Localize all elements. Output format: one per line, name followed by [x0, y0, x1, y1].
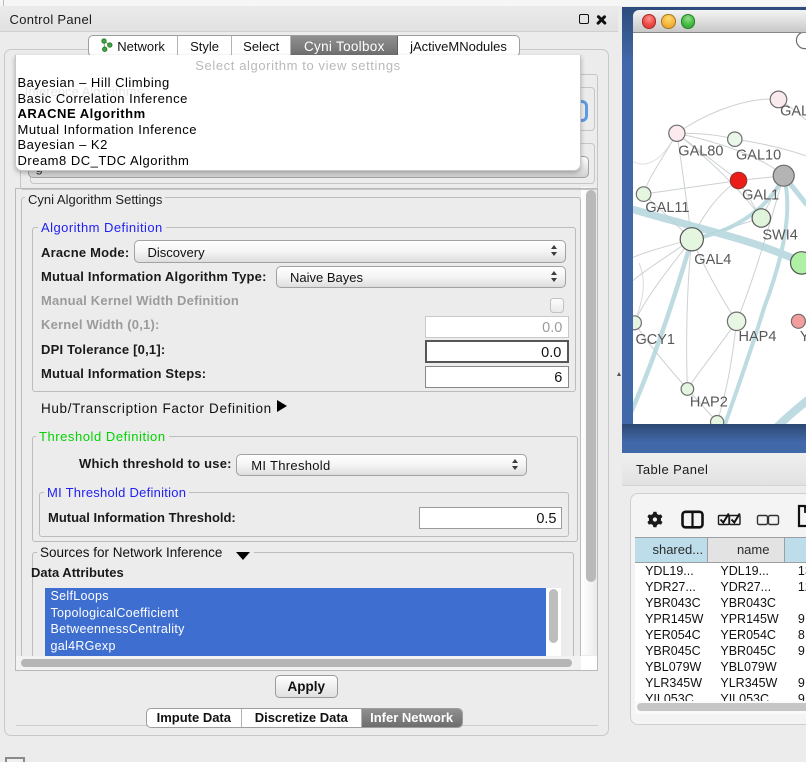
svg-text:GAL11: GAL11 [645, 200, 689, 216]
svg-text:GCY1: GCY1 [635, 332, 675, 348]
svg-text:GAL10: GAL10 [736, 148, 781, 164]
svg-text:SWI4: SWI4 [762, 227, 797, 243]
svg-text:GAL1: GAL1 [742, 187, 779, 203]
svg-text:GAL80: GAL80 [678, 143, 723, 159]
svg-text:GAL4: GAL4 [694, 252, 731, 268]
svg-text:Y: Y [800, 329, 806, 345]
svg-text:GAL: GAL [780, 103, 806, 119]
svg-text:HAP4: HAP4 [738, 329, 776, 345]
svg-text:HAP2: HAP2 [690, 394, 728, 410]
